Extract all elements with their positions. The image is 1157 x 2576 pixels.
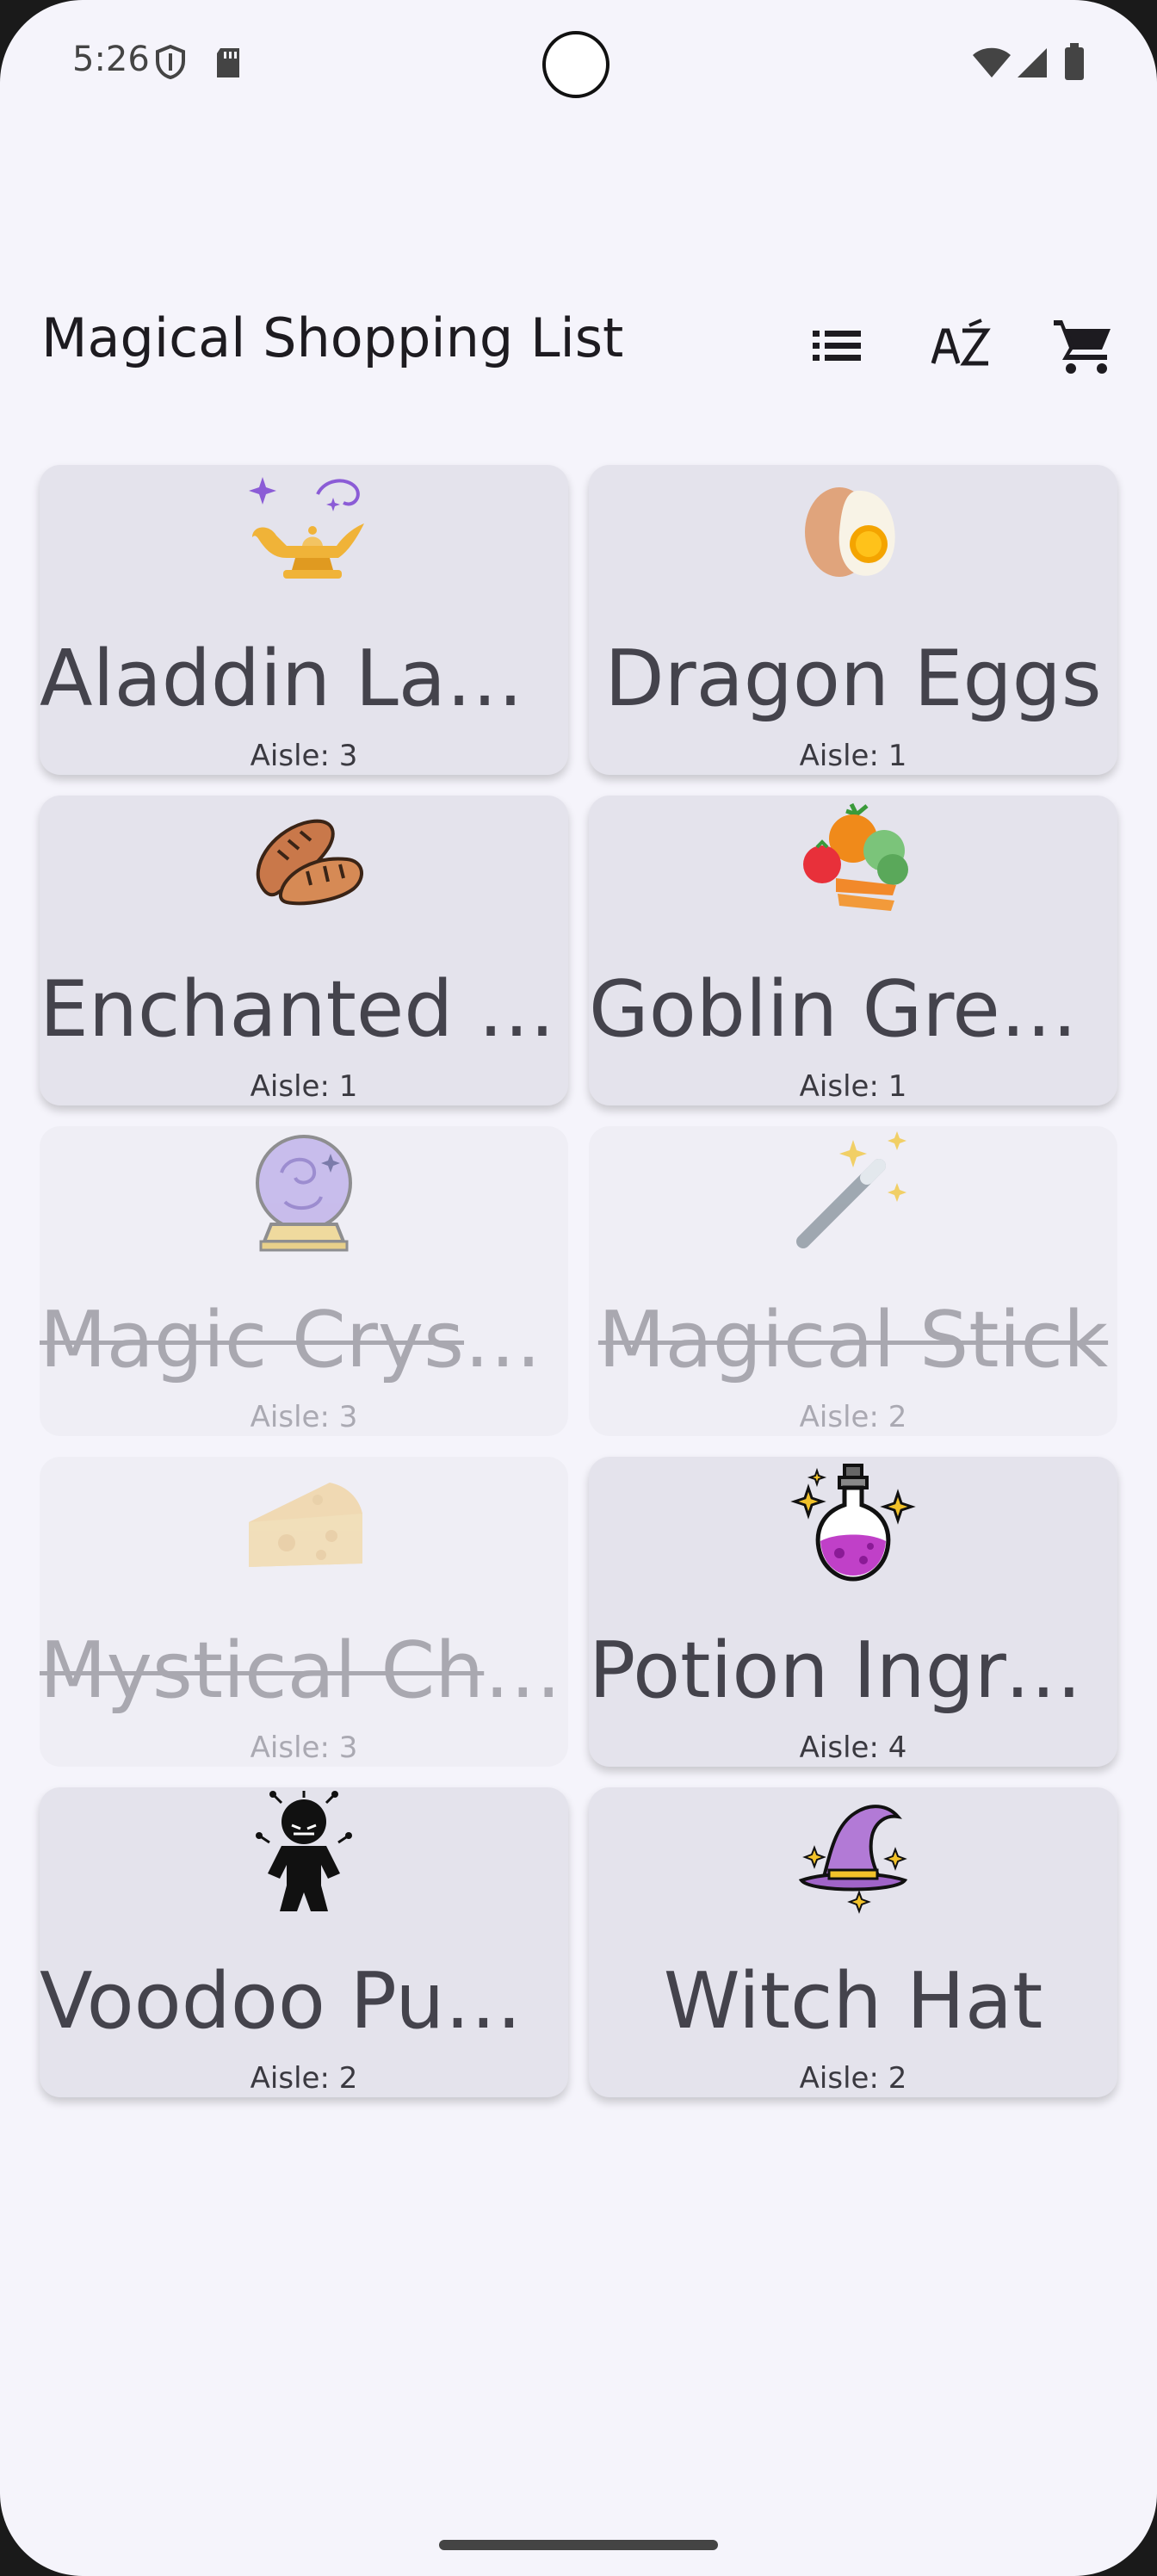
item-aisle: Aisle: 3 bbox=[250, 1400, 358, 1434]
item-card[interactable]: Dragon Eggs Aisle: 1 bbox=[589, 465, 1117, 775]
item-name: Magic Crystal Ball bbox=[40, 1295, 568, 1385]
item-aisle: Aisle: 3 bbox=[250, 739, 358, 773]
item-name: Enchanted Bread bbox=[40, 964, 568, 1055]
magic-lamp-icon bbox=[249, 477, 364, 579]
item-card[interactable]: Aladdin Lamp Aisle: 3 bbox=[40, 465, 568, 775]
sort-az-icon[interactable] bbox=[928, 313, 993, 379]
item-name: Mystical Cheese bbox=[40, 1625, 568, 1716]
status-bar: 5:26 bbox=[0, 0, 1157, 129]
shield-icon bbox=[156, 45, 185, 79]
vegetables-icon bbox=[803, 802, 908, 911]
item-aisle: Aisle: 2 bbox=[799, 2061, 907, 2096]
status-time: 5:26 bbox=[72, 40, 150, 79]
gesture-home-bar[interactable] bbox=[439, 2540, 718, 2550]
witch-hat-icon bbox=[798, 1805, 908, 1914]
item-aisle: Aisle: 2 bbox=[799, 1400, 907, 1434]
item-card[interactable]: Magic Crystal Ball Aisle: 3 bbox=[40, 1126, 568, 1436]
item-card[interactable]: Enchanted Bread Aisle: 1 bbox=[40, 796, 568, 1105]
item-name: Aladdin Lamp bbox=[40, 634, 568, 724]
egg-icon bbox=[805, 487, 895, 577]
bread-icon bbox=[256, 819, 363, 906]
item-name: Dragon Eggs bbox=[604, 634, 1102, 724]
item-name: Potion Ingredients bbox=[589, 1625, 1117, 1716]
item-aisle: Aisle: 1 bbox=[799, 739, 907, 773]
item-aisle: Aisle: 2 bbox=[250, 2061, 358, 2096]
item-aisle: Aisle: 1 bbox=[250, 1069, 358, 1104]
item-name: Magical Stick bbox=[597, 1295, 1109, 1385]
item-card[interactable]: Voodoo Puppet Aisle: 2 bbox=[40, 1787, 568, 2097]
list-view-icon[interactable] bbox=[804, 313, 869, 379]
camera-cutout bbox=[542, 31, 609, 98]
item-aisle: Aisle: 3 bbox=[250, 1731, 358, 1765]
sd-card-icon bbox=[217, 48, 239, 77]
item-name: Goblin Greens bbox=[589, 964, 1117, 1055]
item-card[interactable]: Magical Stick Aisle: 2 bbox=[589, 1126, 1117, 1436]
item-card[interactable]: Potion Ingredients Aisle: 4 bbox=[589, 1457, 1117, 1767]
item-name: Witch Hat bbox=[663, 1956, 1043, 2047]
voodoo-doll-icon bbox=[256, 1791, 352, 1911]
cart-icon[interactable] bbox=[1050, 313, 1116, 379]
cheese-icon bbox=[249, 1483, 362, 1567]
item-card[interactable]: Mystical Cheese Aisle: 3 bbox=[40, 1457, 568, 1767]
item-aisle: Aisle: 4 bbox=[799, 1731, 907, 1765]
item-card[interactable]: Witch Hat Aisle: 2 bbox=[589, 1787, 1117, 2097]
page-title: Magical Shopping List bbox=[41, 307, 624, 369]
cell-signal-icon bbox=[1018, 48, 1047, 77]
battery-icon bbox=[1065, 43, 1084, 80]
wifi-icon bbox=[973, 47, 1011, 77]
phone-screen: 5:26 Magical Shopping List Aladdin Lamp … bbox=[0, 0, 1157, 2576]
magic-wand-icon bbox=[796, 1131, 906, 1248]
crystal-ball-icon bbox=[256, 1135, 352, 1252]
potion-icon bbox=[790, 1464, 916, 1582]
item-aisle: Aisle: 1 bbox=[799, 1069, 907, 1104]
item-card[interactable]: Goblin Greens Aisle: 1 bbox=[589, 796, 1117, 1105]
item-name: Voodoo Puppet bbox=[40, 1956, 568, 2047]
